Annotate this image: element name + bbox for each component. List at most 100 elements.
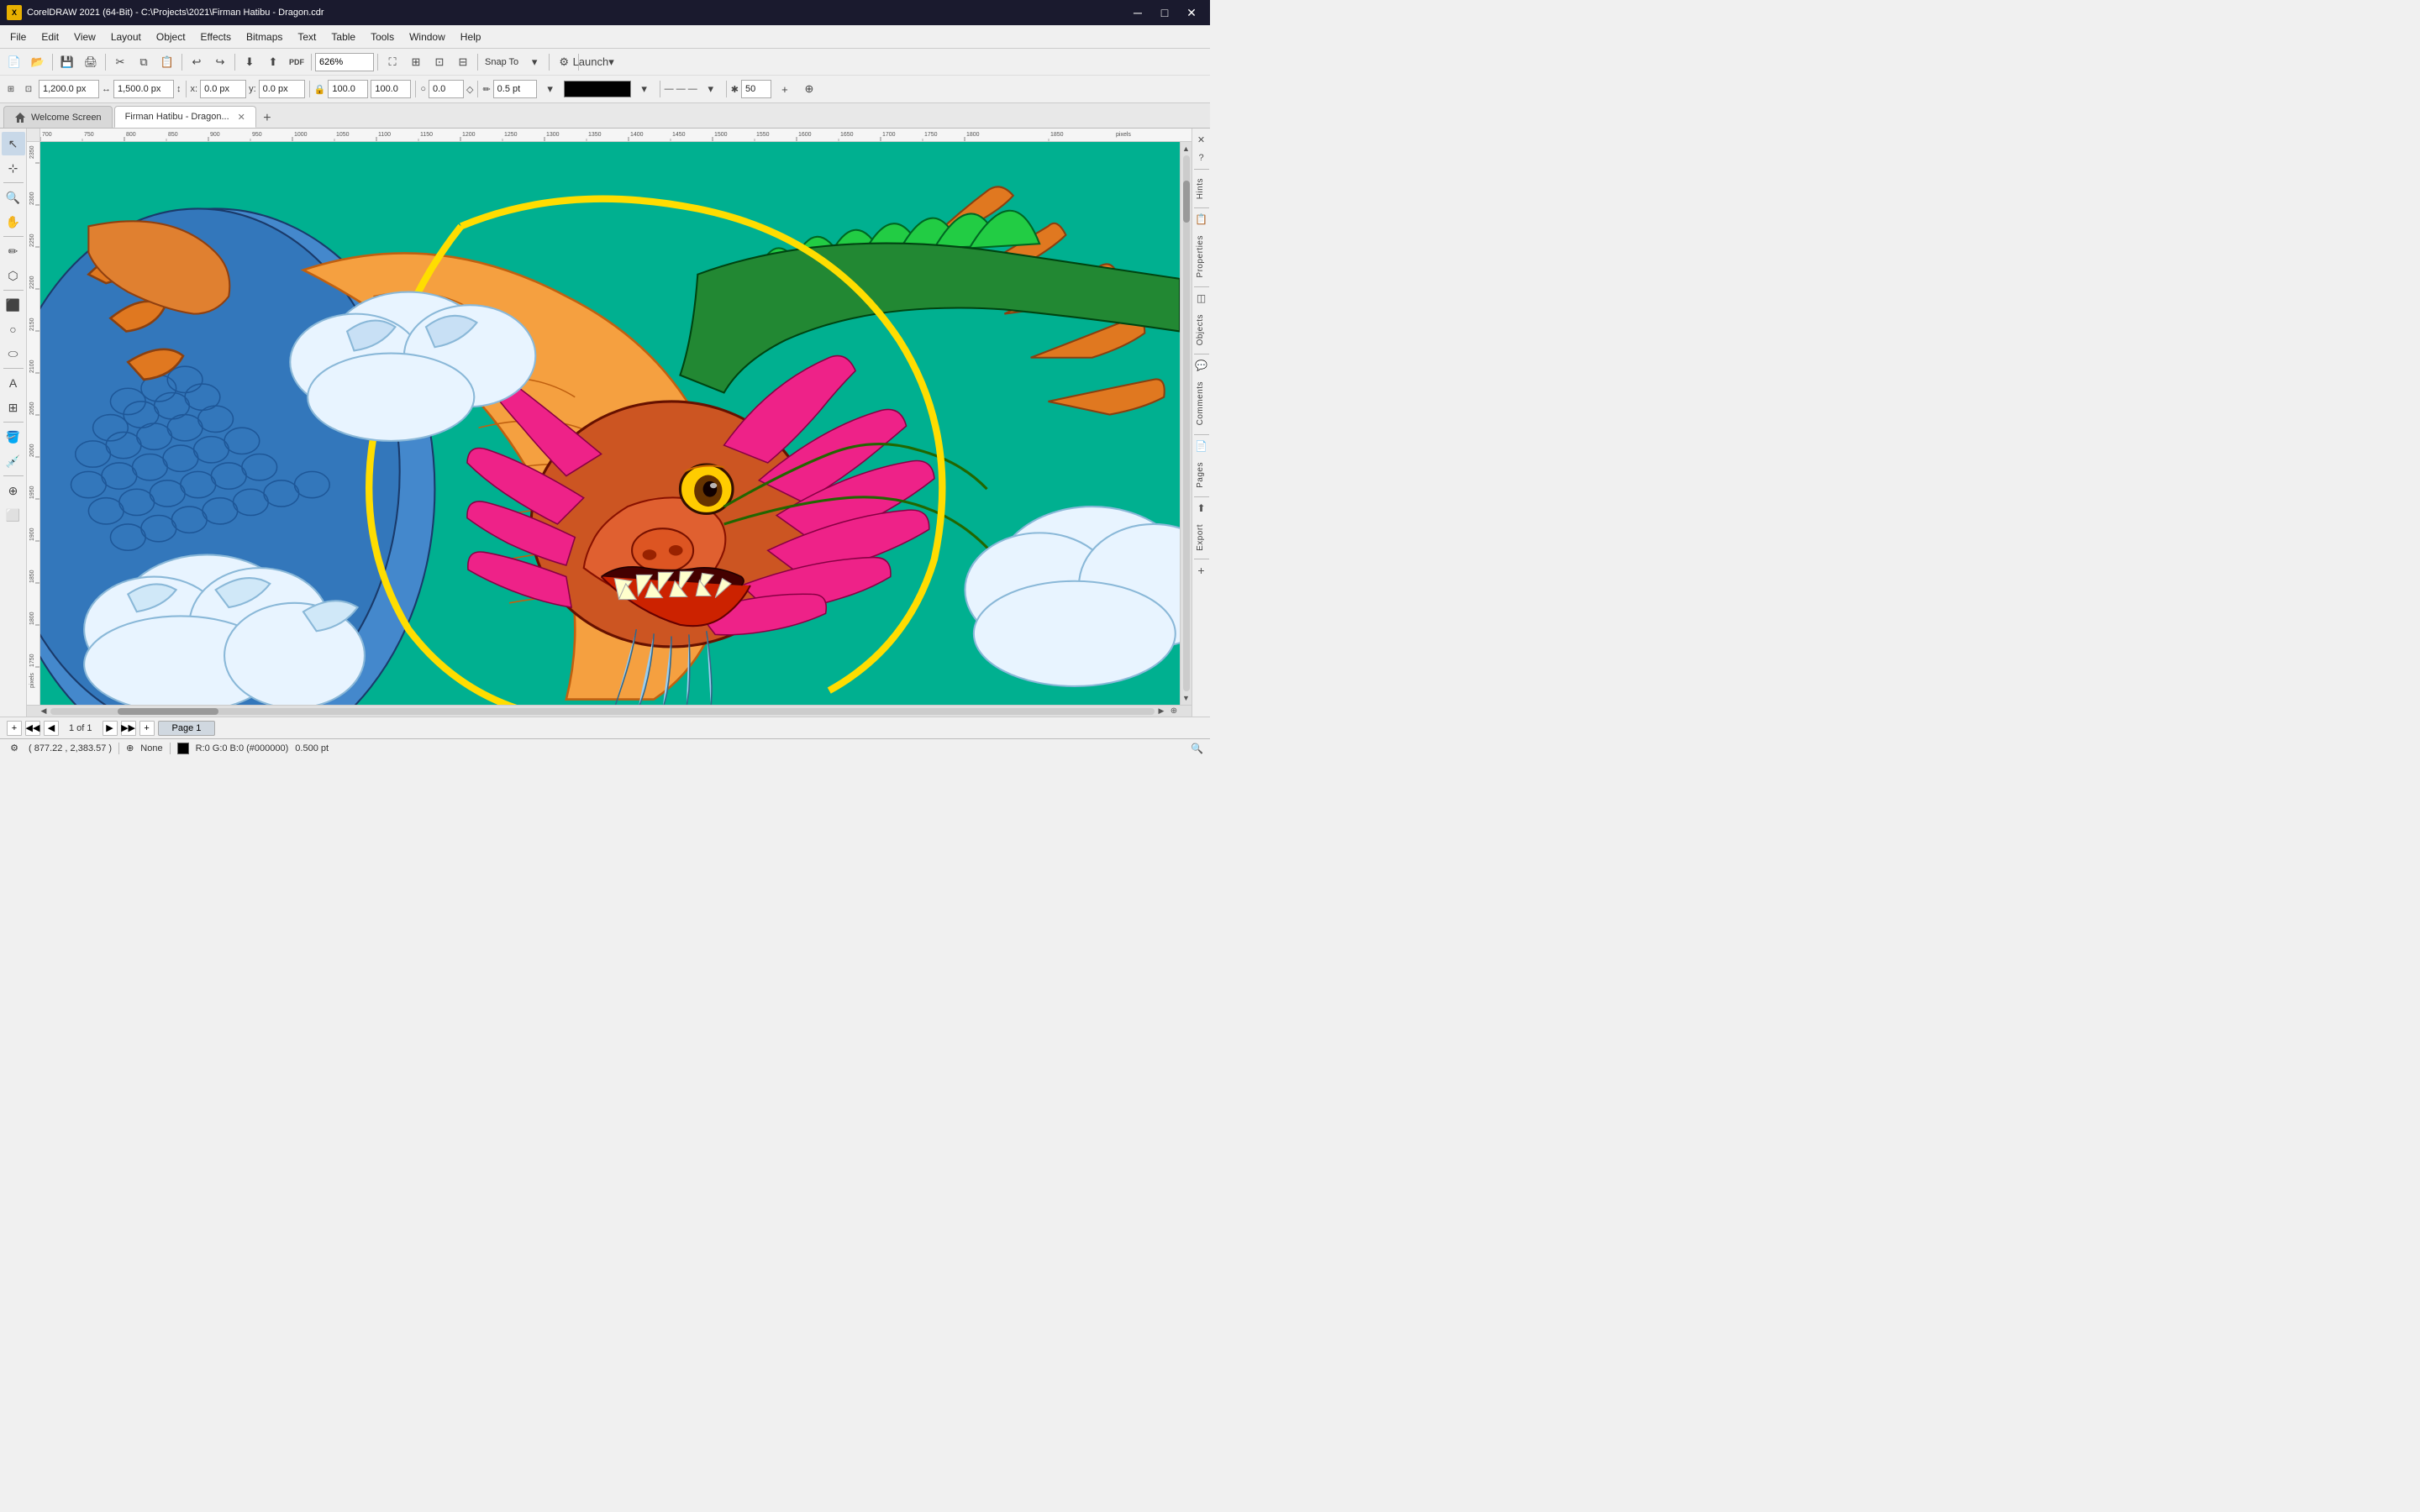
first-page-btn[interactable]: ◀◀ xyxy=(25,721,40,736)
menu-bitmaps[interactable]: Bitmaps xyxy=(239,29,289,45)
drawing-canvas[interactable] xyxy=(40,142,1180,705)
scroll-h-left[interactable]: ◀ xyxy=(39,706,49,717)
paste-button[interactable]: 📋 xyxy=(156,51,178,73)
pick-transform-btn[interactable]: ⊞ xyxy=(3,81,18,97)
tab-dragon[interactable]: Firman Hatibu - Dragon... ✕ xyxy=(114,106,256,128)
shadow-tool[interactable]: ⬜ xyxy=(2,503,25,527)
undo-button[interactable]: ↩ xyxy=(186,51,208,73)
objects-panel-tab[interactable]: Objects xyxy=(1194,309,1208,350)
zoom-fit-btn[interactable]: ⊕ xyxy=(1168,706,1180,717)
close-panel-btn[interactable]: ✕ xyxy=(1194,132,1209,147)
save-button[interactable]: 💾 xyxy=(56,51,78,73)
new-button[interactable]: 📄 xyxy=(3,51,25,73)
menu-view[interactable]: View xyxy=(67,29,103,45)
next-page-btn[interactable]: ▶ xyxy=(103,721,118,736)
menu-file[interactable]: File xyxy=(3,29,33,45)
polygon-tool[interactable]: ⬭ xyxy=(2,342,25,365)
pages-panel-tab[interactable]: Pages xyxy=(1194,457,1208,493)
menu-effects[interactable]: Effects xyxy=(194,29,238,45)
import-button[interactable]: ⬇ xyxy=(239,51,260,73)
view-grid-btn[interactable]: ⊞ xyxy=(405,51,427,73)
export-panel-tab[interactable]: Export xyxy=(1194,519,1208,556)
copy-button[interactable]: ⧉ xyxy=(133,51,155,73)
obj-width-input[interactable] xyxy=(39,80,99,98)
text-tool[interactable]: A xyxy=(2,371,25,395)
hints-panel-tab[interactable]: Hints xyxy=(1194,173,1208,204)
minimize-button[interactable]: ─ xyxy=(1126,1,1150,24)
obj-height-input[interactable] xyxy=(113,80,174,98)
print-button[interactable]: 🖨 xyxy=(80,51,102,73)
horizontal-scrollbar[interactable]: ◀ ▶ ⊕ xyxy=(27,705,1192,717)
cut-button[interactable]: ✂ xyxy=(109,51,131,73)
rectangle-tool[interactable]: ⬛ xyxy=(2,293,25,317)
zoom-out-btn[interactable]: 🔍 xyxy=(1191,743,1203,754)
export-pdf-button[interactable]: PDF xyxy=(286,51,308,73)
corners-more-btn[interactable]: ⊕ xyxy=(798,78,820,100)
position-btn[interactable]: ⊡ xyxy=(21,81,36,97)
y-pos-input[interactable] xyxy=(259,80,305,98)
redo-button[interactable]: ↪ xyxy=(209,51,231,73)
comments-panel-tab[interactable]: Comments xyxy=(1194,376,1208,430)
scale-w-input[interactable] xyxy=(328,80,368,98)
zoom-tool[interactable]: 🔍 xyxy=(2,186,25,209)
stroke-dropdown[interactable]: ▾ xyxy=(539,78,561,100)
corners-input[interactable] xyxy=(741,80,771,98)
stroke-input[interactable] xyxy=(493,80,537,98)
tab-welcome[interactable]: Welcome Screen xyxy=(3,106,113,128)
menu-tools[interactable]: Tools xyxy=(364,29,401,45)
snap-dropdown-btn[interactable]: ▾ xyxy=(523,51,545,73)
eyedropper-tool[interactable]: 💉 xyxy=(2,449,25,473)
freehand-tool[interactable]: ✏ xyxy=(2,239,25,263)
view-ruler-btn[interactable]: ⊡ xyxy=(429,51,450,73)
hints-expand-btn[interactable]: ? xyxy=(1194,150,1209,165)
scroll-h-right[interactable]: ▶ xyxy=(1156,706,1166,717)
export-button[interactable]: ⬆ xyxy=(262,51,284,73)
scroll-h-thumb[interactable] xyxy=(118,708,218,715)
interactive-tool[interactable]: ⊕ xyxy=(2,479,25,502)
line-dropdown[interactable]: ▾ xyxy=(700,78,722,100)
last-page-btn[interactable]: ▶▶ xyxy=(121,721,136,736)
menu-help[interactable]: Help xyxy=(454,29,488,45)
scroll-v-thumb[interactable] xyxy=(1183,181,1190,223)
scroll-h-track[interactable] xyxy=(50,708,1155,715)
scroll-v-down[interactable]: ▼ xyxy=(1181,693,1192,703)
add-panel-btn[interactable]: + xyxy=(1194,563,1209,578)
comments-icon[interactable]: 💬 xyxy=(1194,358,1209,373)
objects-icon[interactable]: ◫ xyxy=(1194,291,1209,306)
close-button[interactable]: ✕ xyxy=(1180,1,1203,24)
options-btn[interactable]: ⚙ xyxy=(553,51,575,73)
maximize-button[interactable]: □ xyxy=(1153,1,1176,24)
scale-h-input[interactable] xyxy=(371,80,411,98)
scroll-v-track[interactable] xyxy=(1183,155,1190,691)
smart-fill-tool[interactable]: ⬡ xyxy=(2,264,25,287)
add-page-btn[interactable]: + xyxy=(7,721,22,736)
settings-icon[interactable]: ⚙ xyxy=(7,741,22,756)
pages-icon[interactable]: 📄 xyxy=(1194,438,1209,454)
launch-label[interactable]: Launch ▾ xyxy=(582,51,604,73)
ellipse-tool[interactable]: ○ xyxy=(2,318,25,341)
add-page-end-btn[interactable]: + xyxy=(139,721,155,736)
stroke-style-dropdown[interactable]: ▾ xyxy=(634,78,655,100)
vertical-scrollbar[interactable]: ▲ ▼ xyxy=(1180,142,1192,705)
full-screen-btn[interactable]: ⛶ xyxy=(381,51,403,73)
corners-add-btn[interactable]: + xyxy=(774,78,796,100)
zoom-input[interactable]: 626% xyxy=(315,53,374,71)
menu-edit[interactable]: Edit xyxy=(34,29,66,45)
scroll-v-up[interactable]: ▲ xyxy=(1181,144,1192,154)
export-icon[interactable]: ⬆ xyxy=(1194,501,1209,516)
properties-icon[interactable]: 📋 xyxy=(1194,212,1209,227)
menu-object[interactable]: Object xyxy=(150,29,192,45)
tab-close-icon[interactable]: ✕ xyxy=(238,112,245,123)
menu-layout[interactable]: Layout xyxy=(104,29,148,45)
menu-table[interactable]: Table xyxy=(324,29,362,45)
angle-input[interactable] xyxy=(429,80,464,98)
menu-window[interactable]: Window xyxy=(402,29,452,45)
menu-text[interactable]: Text xyxy=(291,29,323,45)
x-pos-input[interactable] xyxy=(200,80,246,98)
view-guides-btn[interactable]: ⊟ xyxy=(452,51,474,73)
fill-tool[interactable]: 🪣 xyxy=(2,425,25,449)
properties-panel-tab[interactable]: Properties xyxy=(1194,230,1208,283)
prev-page-btn[interactable]: ◀ xyxy=(44,721,59,736)
add-tab-button[interactable]: + xyxy=(258,109,276,128)
open-button[interactable]: 📂 xyxy=(27,51,49,73)
